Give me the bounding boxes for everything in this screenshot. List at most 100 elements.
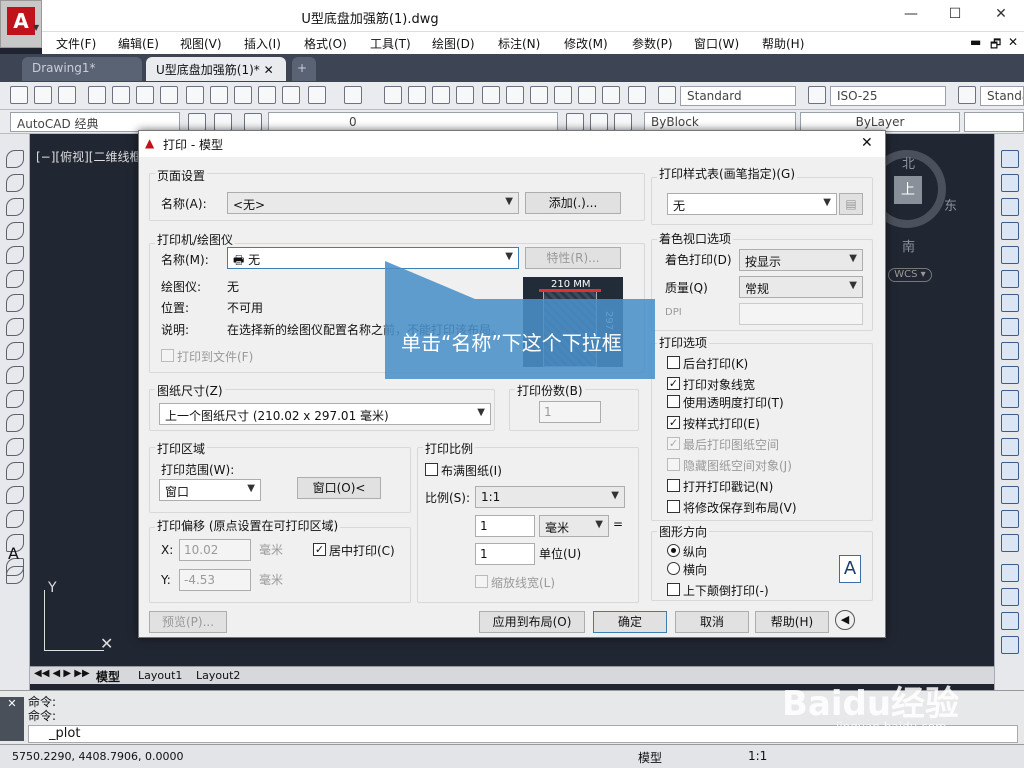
block-editor-icon[interactable]	[282, 86, 300, 104]
doc-restore-button[interactable]: 🗗	[990, 35, 1001, 56]
text-style-select[interactable]: Standard	[680, 86, 796, 106]
doc-minimize-button[interactable]: ▬	[970, 35, 981, 49]
scale-unit-select[interactable]: 毫米 ▼	[539, 515, 609, 537]
compass-east[interactable]: 东	[944, 195, 957, 214]
compass-north[interactable]: 北	[902, 153, 915, 172]
viewcube-top-face[interactable]: 上	[894, 176, 922, 204]
annotation-scale[interactable]: 1:1	[748, 749, 767, 763]
command-close-icon[interactable]: ✕	[0, 697, 24, 741]
plot-transparency-checkbox[interactable]	[667, 395, 680, 408]
design-center-icon[interactable]	[506, 86, 524, 104]
insert-block-icon[interactable]	[6, 414, 24, 432]
fit-to-paper-checkbox[interactable]	[425, 463, 438, 476]
add-selected-icon[interactable]	[6, 566, 24, 584]
plot-style-table-select[interactable]: 无 ▼	[667, 193, 837, 215]
menu-dimension[interactable]: 标注(N)	[498, 35, 540, 52]
center-plot-checkbox[interactable]: ✓	[313, 543, 326, 556]
menu-file[interactable]: 文件(F)	[56, 35, 96, 52]
hatch-icon[interactable]	[6, 486, 24, 504]
polygon-icon[interactable]	[6, 222, 24, 240]
gradient-icon[interactable]	[6, 510, 24, 528]
menu-insert[interactable]: 插入(I)	[244, 35, 281, 52]
more-options-icon[interactable]: ◀	[835, 610, 855, 630]
viewport-label[interactable]: [−][俯视][二维线框]	[36, 148, 146, 165]
plot-range-select[interactable]: 窗口 ▼	[159, 479, 261, 501]
rectangle-icon[interactable]	[6, 246, 24, 264]
redo-icon[interactable]	[344, 86, 362, 104]
arc-icon[interactable]	[6, 270, 24, 288]
preview-button[interactable]: 预览(P)...	[149, 611, 227, 633]
ellipse-arc-icon[interactable]	[6, 390, 24, 408]
blend-icon[interactable]	[1001, 510, 1019, 528]
mirror-icon[interactable]	[1001, 198, 1019, 216]
menu-edit[interactable]: 编辑(E)	[118, 35, 159, 52]
draw-order-icon[interactable]	[1001, 564, 1019, 582]
scale-units-input[interactable]: 1	[475, 543, 535, 565]
sheet-set-icon[interactable]	[554, 86, 572, 104]
break-icon[interactable]	[1001, 414, 1019, 432]
tool-palettes-icon[interactable]	[530, 86, 548, 104]
menu-view[interactable]: 视图(V)	[180, 35, 222, 52]
circle-icon[interactable]	[6, 294, 24, 312]
save-to-layout-checkbox[interactable]	[667, 500, 680, 513]
layout-tab-layout1[interactable]: Layout1	[138, 669, 182, 682]
menu-modify[interactable]: 修改(M)	[564, 35, 608, 52]
dpi-input[interactable]	[739, 303, 863, 325]
copy-icon[interactable]	[210, 86, 228, 104]
line-icon[interactable]	[6, 150, 24, 168]
make-current-layer-icon[interactable]	[566, 113, 584, 131]
ellipse-icon[interactable]	[6, 366, 24, 384]
color-select[interactable]: ByBlock	[644, 112, 796, 132]
compass-south[interactable]: 南	[902, 236, 915, 255]
maximize-button[interactable]: ☐	[940, 6, 970, 26]
new-tab-button[interactable]: +	[292, 57, 316, 81]
layout-nav-arrows-icon[interactable]: ◀◀ ◀ ▶ ▶▶	[34, 668, 90, 679]
cancel-button[interactable]: 取消	[675, 611, 749, 633]
workspace-gear-icon[interactable]	[188, 113, 206, 131]
print-to-file-checkbox[interactable]	[161, 349, 174, 362]
help-icon[interactable]	[628, 86, 646, 104]
copy-object-icon[interactable]	[1001, 174, 1019, 192]
landscape-radio[interactable]	[667, 562, 680, 575]
calculator-icon[interactable]	[602, 86, 620, 104]
save-icon[interactable]	[58, 86, 76, 104]
tab-close-icon[interactable]: ✕	[264, 63, 274, 77]
background-plot-checkbox[interactable]	[667, 356, 680, 369]
revision-cloud-icon[interactable]	[6, 318, 24, 336]
zoom-previous-icon[interactable]	[456, 86, 474, 104]
scale-lineweights-checkbox[interactable]	[475, 575, 488, 588]
fillet-icon[interactable]	[1001, 486, 1019, 504]
tab-drawing1[interactable]: Drawing1*	[22, 57, 142, 81]
dim-style-select[interactable]: ISO-25	[830, 86, 946, 106]
multiline-text-icon[interactable]: A	[8, 544, 19, 563]
spline-icon[interactable]	[6, 342, 24, 360]
wcs-menu[interactable]: WCS ▾	[888, 268, 932, 282]
tab-current-drawing[interactable]: U型底盘加强筋(1)* ✕	[146, 57, 286, 81]
pan-icon[interactable]	[384, 86, 402, 104]
join-icon[interactable]	[1001, 438, 1019, 456]
edit-style-table-icon[interactable]: ▤	[839, 193, 863, 215]
layer-props-icon[interactable]	[244, 113, 262, 131]
trim-icon[interactable]	[1001, 366, 1019, 384]
apply-to-layout-button[interactable]: 应用到布局(O)	[479, 611, 585, 633]
erase-icon[interactable]	[1001, 150, 1019, 168]
menu-format[interactable]: 格式(O)	[304, 35, 347, 52]
model-space-toggle[interactable]: 模型	[638, 749, 662, 766]
paste-icon[interactable]	[234, 86, 252, 104]
add-page-setup-button[interactable]: 添加(.)...	[525, 192, 621, 214]
menu-help[interactable]: 帮助(H)	[762, 35, 804, 52]
table-style-icon[interactable]	[958, 86, 976, 104]
array-icon[interactable]	[1001, 246, 1019, 264]
upside-down-checkbox[interactable]	[667, 583, 680, 596]
menu-window[interactable]: 窗口(W)	[694, 35, 739, 52]
plot-stamp-checkbox[interactable]	[667, 479, 680, 492]
window-pick-button[interactable]: 窗口(O)<	[297, 477, 381, 499]
offset-icon[interactable]	[1001, 222, 1019, 240]
cut-icon[interactable]	[186, 86, 204, 104]
menu-draw[interactable]: 绘图(D)	[432, 35, 475, 52]
layer-previous-icon[interactable]	[590, 113, 608, 131]
polyline-icon[interactable]	[6, 198, 24, 216]
match-prop-icon[interactable]	[258, 86, 276, 104]
publish-icon[interactable]	[136, 86, 154, 104]
point-icon[interactable]	[6, 462, 24, 480]
